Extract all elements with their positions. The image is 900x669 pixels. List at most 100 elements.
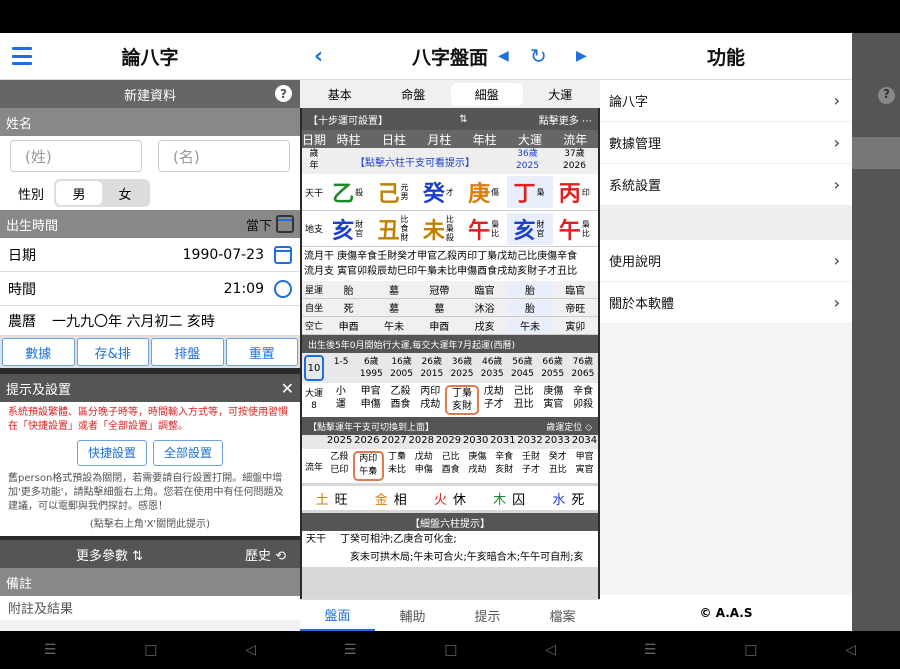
dayun-pillar[interactable]: 丁梟 亥財 — [445, 385, 479, 415]
all-settings-button[interactable]: 全部設置 — [153, 440, 224, 466]
dayun-pillar[interactable]: 庚傷 寅官 — [538, 385, 568, 415]
menu-item[interactable]: 數據管理 › — [600, 122, 852, 164]
home-icon[interactable]: □ — [444, 642, 457, 658]
liunian-pillar[interactable]: 甲官 寅官 — [571, 451, 598, 481]
recents-icon[interactable]: ☰ — [644, 642, 657, 658]
flow-month-branches[interactable]: 流月支 寅官卯殺辰劫巳印午梟未比申傷酉食戌劫亥財子才丑比 — [304, 264, 596, 279]
dayun-selector[interactable]: 10 — [304, 355, 324, 381]
tab-files[interactable]: 檔案 — [525, 600, 600, 631]
liunian-pillar[interactable]: 癸才 丑比 — [544, 451, 571, 481]
tab-assist[interactable]: 輔助 — [375, 600, 450, 631]
menu-item[interactable]: 使用說明 › — [600, 240, 852, 282]
male-option[interactable]: 男 — [56, 181, 103, 205]
given-name-input[interactable]: (名) — [158, 140, 290, 172]
liunian-pillar[interactable]: 辛食 亥財 — [491, 451, 518, 481]
stem-shishen: 才 — [445, 187, 454, 197]
history-button[interactable]: 歷史 ⟲ — [245, 545, 286, 564]
stem-cell[interactable]: 丁梟 — [507, 176, 553, 208]
dayun-pillar[interactable]: 己比 丑比 — [509, 385, 539, 415]
dayun-age-cell[interactable]: 46歲 2035 — [477, 356, 507, 380]
dayun-pillar[interactable]: 小 運 — [326, 385, 356, 415]
tab-hints[interactable]: 提示 — [450, 600, 525, 631]
menu-item[interactable]: 關於本軟體 › — [600, 282, 852, 324]
date-row[interactable]: 日期 1990-07-23 — [0, 238, 300, 272]
lunar-value: 一九九〇年 六月初二 亥時 — [52, 313, 215, 330]
calendar-icon[interactable] — [274, 245, 292, 264]
back-icon[interactable]: ◁ — [545, 642, 556, 658]
branch-cell[interactable]: 午梟比 — [462, 213, 507, 245]
liunian-locate-button[interactable]: 歲運定位 ◇ — [546, 420, 592, 433]
branch-cell[interactable]: 亥財官 — [326, 213, 371, 245]
branch-cell[interactable]: 丑比食財 — [371, 213, 416, 245]
dayun-age-cell[interactable]: 76歲 2065 — [568, 356, 598, 380]
data-button[interactable]: 數據 — [2, 338, 75, 366]
dayun-age-cell[interactable]: 16歲 2005 — [386, 356, 416, 380]
menu-item[interactable]: 論八字 › — [600, 80, 852, 122]
dayun-pillar[interactable]: 丙印 戌劫 — [415, 385, 445, 415]
settings-icon[interactable]: ⇅ — [459, 114, 467, 125]
liunian-pillar[interactable]: 壬財 子才 — [518, 451, 545, 481]
clock-icon[interactable] — [274, 279, 292, 298]
stem-cell[interactable]: 癸才 — [417, 176, 462, 208]
female-option[interactable]: 女 — [102, 181, 148, 205]
liunian-pillar[interactable]: 乙殺 巳印 — [326, 451, 353, 481]
tab-chart[interactable]: 命盤 — [378, 86, 450, 103]
menu-icon[interactable] — [12, 47, 32, 65]
more-params-button[interactable]: 更多參數 ⇅ — [76, 545, 143, 564]
stem-cell[interactable]: 丙印 — [553, 176, 598, 208]
drawer-header: 功能 — [600, 33, 852, 80]
refresh-icon[interactable]: ↻ — [530, 44, 547, 68]
dayun-age-cell[interactable]: 36歲 2025 — [447, 356, 477, 380]
quick-settings-button[interactable]: 快捷設置 — [76, 440, 147, 466]
dayun-age-cell[interactable]: 6歲 1995 — [356, 356, 386, 380]
stem-cell[interactable]: 乙殺 — [326, 176, 371, 208]
tab-basic[interactable]: 基本 — [304, 86, 376, 103]
now-button[interactable]: 當下 — [246, 215, 294, 234]
function-drawer: 功能 論八字 › 數據管理 › 系統設置 › 使用說明 › 關於本軟體 › © A.A.S — [600, 33, 852, 631]
reset-button[interactable]: 重置 — [225, 338, 298, 366]
chart-button[interactable]: 排盤 — [151, 338, 224, 366]
liunian-pillar[interactable]: 庚傷 戌劫 — [464, 451, 491, 481]
surname-input[interactable]: (姓) — [10, 140, 142, 172]
liunian-pillar[interactable]: 己比 酉食 — [437, 451, 464, 481]
dayun-pillar[interactable]: 戊劫 子才 — [479, 385, 509, 415]
recents-icon[interactable]: ☰ — [44, 642, 57, 658]
star-row-value: 胎 — [343, 286, 354, 297]
branch-cell[interactable]: 未比梟殺 — [417, 213, 462, 245]
time-row[interactable]: 時間 21:09 — [0, 272, 300, 306]
back-icon[interactable]: ◁ — [845, 642, 856, 658]
back-arrow-icon[interactable]: ‹ — [314, 44, 323, 69]
stem-cell[interactable]: 庚傷 — [462, 176, 507, 208]
branch-cell[interactable]: 亥財官 — [507, 212, 553, 245]
home-icon[interactable]: □ — [744, 642, 757, 658]
liunian-age: 37歲 2026 — [551, 148, 598, 174]
help-icon[interactable]: ? — [275, 85, 292, 102]
back-icon[interactable]: ◁ — [245, 642, 256, 658]
notes-input[interactable]: 附註及結果 — [0, 596, 300, 620]
flow-month-stems[interactable]: 流月干 庚傷辛食壬財癸才甲官乙殺丙印丁梟戊劫己比庚傷辛食 — [304, 249, 596, 264]
close-icon[interactable]: ✕ — [281, 379, 294, 398]
dayun-pillar[interactable]: 辛食 卯殺 — [568, 385, 598, 415]
liunian-pillar[interactable]: 丙印 午梟 — [352, 451, 384, 481]
home-icon[interactable]: □ — [144, 642, 157, 658]
recents-icon[interactable]: ☰ — [344, 642, 357, 658]
menu-item[interactable]: 系統設置 › — [600, 164, 852, 206]
tab-dayun[interactable]: 大運 — [525, 86, 597, 103]
save-and-chart-button[interactable]: 存&排 — [76, 338, 149, 366]
stem-cell[interactable]: 己元男 — [371, 176, 416, 208]
next-icon[interactable]: ▶ — [576, 48, 587, 64]
click-more-button[interactable]: 點擊更多 ⋯ — [539, 112, 592, 127]
branch-cell[interactable]: 午梟比 — [553, 213, 598, 245]
dayun-age-cell[interactable]: 1-5 — [326, 356, 356, 380]
dayun-pillar[interactable]: 甲官 申傷 — [356, 385, 386, 415]
dayun-age-cell[interactable]: 26歲 2015 — [417, 356, 447, 380]
liunian-pillar[interactable]: 戊劫 申傷 — [410, 451, 437, 481]
tips-text: 系統預設繁體、區分晚子時等，時間輸入方式等，可按使用習慣在「快捷設置」或者「全部… — [8, 407, 288, 432]
prev-icon[interactable]: ◀ — [498, 48, 509, 64]
tab-detail[interactable]: 細盤 — [451, 82, 523, 106]
dayun-age-cell[interactable]: 56歲 2045 — [507, 356, 537, 380]
dayun-age-cell[interactable]: 66歲 2055 — [538, 356, 568, 380]
tab-board[interactable]: 盤面 — [300, 600, 375, 631]
dayun-pillar[interactable]: 乙殺 酉食 — [386, 385, 416, 415]
liunian-pillar[interactable]: 丁梟 未比 — [384, 451, 411, 481]
